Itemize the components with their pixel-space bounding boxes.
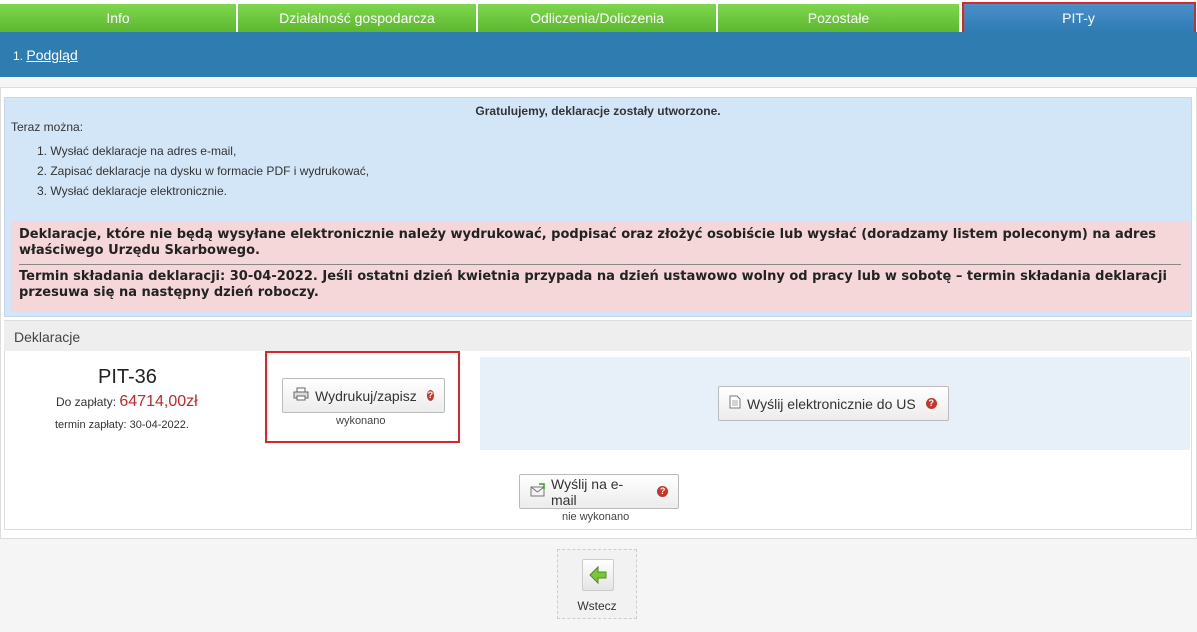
send-us-label: Wyślij elektronicznie do US bbox=[747, 395, 916, 412]
pit-form-name: PIT-36 bbox=[98, 366, 157, 388]
print-save-button[interactable]: Wydrukuj/zapisz ? bbox=[282, 378, 445, 413]
send-us-button[interactable]: Wyślij elektronicznie do US ? bbox=[718, 386, 949, 421]
printer-icon bbox=[293, 387, 309, 404]
payment-label: Do zapłaty: bbox=[56, 395, 117, 409]
info-box: Gratulujemy, deklaracje zostały utworzon… bbox=[4, 97, 1192, 317]
warning-print: Deklaracje, które nie będą wysyłane elek… bbox=[19, 227, 1181, 265]
congrats-message: Gratulujemy, deklaracje zostały utworzon… bbox=[475, 104, 721, 118]
email-status: nie wykonano bbox=[562, 511, 630, 523]
list-item: 1. Wysłać deklaracje na adres e-mail, bbox=[37, 144, 237, 158]
now-label: Teraz można: bbox=[11, 120, 84, 134]
help-icon[interactable]: ? bbox=[657, 486, 668, 497]
warning-deadline: Termin składania deklaracji: 30-04-2022.… bbox=[19, 269, 1167, 300]
help-icon[interactable]: ? bbox=[925, 398, 937, 409]
document-icon bbox=[729, 395, 741, 412]
back-arrow-icon bbox=[582, 559, 614, 591]
list-item: 2. Zapisać deklaracje na dysku w formaci… bbox=[37, 164, 370, 178]
payment-amount: 64714,00zł bbox=[119, 393, 198, 410]
email-icon bbox=[530, 483, 546, 500]
send-email-label: Wyślij na e-mail bbox=[551, 475, 624, 508]
print-save-label: Wydrukuj/zapisz bbox=[315, 387, 417, 404]
tab-dzialalnosc[interactable]: Działalność gospodarcza bbox=[238, 4, 477, 32]
payment-info: Do zapłaty: 64714,00zł bbox=[56, 393, 198, 411]
warning-box: Deklaracje, które nie będą wysyłane elek… bbox=[11, 221, 1189, 311]
payment-due-date: termin zapłaty: 30-04-2022. bbox=[55, 419, 189, 431]
main-panel: Gratulujemy, deklaracje zostały utworzon… bbox=[0, 87, 1197, 539]
declarations-body: PIT-36 Do zapłaty: 64714,00zł termin zap… bbox=[4, 351, 1192, 530]
back-button[interactable]: Wstecz bbox=[557, 549, 637, 619]
breadcrumb-link-podglad[interactable]: Podgląd bbox=[26, 47, 77, 63]
send-email-button[interactable]: Wyślij na e-mail ? bbox=[519, 474, 679, 509]
declarations-header: Deklaracje bbox=[4, 320, 1192, 351]
active-tab-highlight bbox=[962, 2, 1196, 35]
main-tabbar: Info Działalność gospodarcza Odliczenia/… bbox=[0, 0, 1197, 35]
back-label: Wstecz bbox=[577, 599, 617, 613]
tab-info[interactable]: Info bbox=[0, 4, 237, 32]
print-status: wykonano bbox=[336, 415, 386, 427]
help-icon[interactable]: ? bbox=[426, 390, 434, 401]
declarations-title: Deklaracje bbox=[14, 329, 81, 345]
sub-navigation: 1. Podgląd bbox=[0, 32, 1197, 77]
steps-list: 1. Wysłać deklaracje na adres e-mail, 2.… bbox=[37, 141, 369, 201]
list-item: 3. Wysłać deklaracje elektronicznie. bbox=[37, 184, 227, 198]
tab-odliczenia[interactable]: Odliczenia/Doliczenia bbox=[478, 4, 717, 32]
tab-pozostale[interactable]: Pozostałe bbox=[718, 4, 960, 32]
breadcrumb: 1. Podgląd bbox=[13, 47, 78, 63]
breadcrumb-number: 1. bbox=[13, 49, 24, 63]
